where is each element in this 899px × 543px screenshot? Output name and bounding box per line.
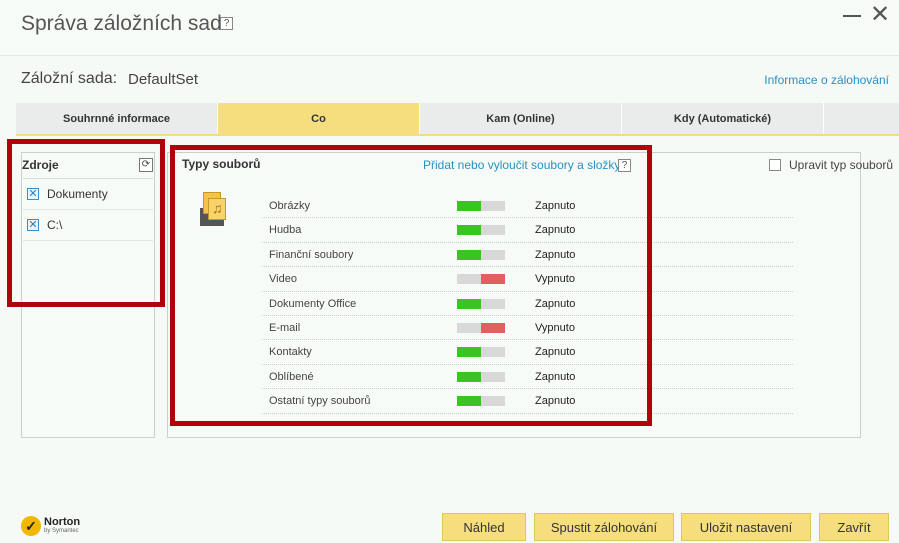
edit-file-type-label: Upravit typ souborů [789,158,894,172]
edit-file-type-checkbox[interactable]: Upravit typ souborů [769,158,893,172]
tab-bar: Souhrnné informace Co Kam (Online) Kdy (… [16,103,899,136]
minimize-icon[interactable] [843,15,861,17]
tab-where-online[interactable]: Kam (Online) [420,103,622,134]
backup-set-row: Záložní sada: DefaultSet Informace o zál… [0,57,899,103]
title-bar: Správa záložních sad ? ✕ [0,0,899,56]
checkbox-icon[interactable] [769,159,781,171]
highlight-box-sources [7,139,165,307]
tab-when-automatic[interactable]: Kdy (Automatické) [622,103,824,134]
save-settings-button[interactable]: Uložit nastavení [681,513,811,541]
norton-brand-sub: by Symantec [44,528,79,534]
close-icon[interactable]: ✕ [868,3,892,27]
backup-set-label: Záložní sada: [21,70,118,87]
norton-logo: ✓ Norton by Symantec [21,516,80,536]
tab-what[interactable]: Co [218,103,420,134]
norton-check-icon: ✓ [21,516,41,536]
run-backup-button[interactable]: Spustit zálohování [534,513,674,541]
highlight-box-file-types [170,145,652,426]
preview-button[interactable]: Náhled [442,513,526,541]
tab-summary[interactable]: Souhrnné informace [16,103,218,134]
window-title: Správa záložních sad [21,12,222,35]
norton-brand: Norton [44,516,81,528]
close-button[interactable]: Zavřít [819,513,889,541]
help-icon[interactable]: ? [220,17,233,30]
backup-set-name: DefaultSet [128,71,199,88]
backup-info-link[interactable]: Informace o zálohování [764,73,889,87]
